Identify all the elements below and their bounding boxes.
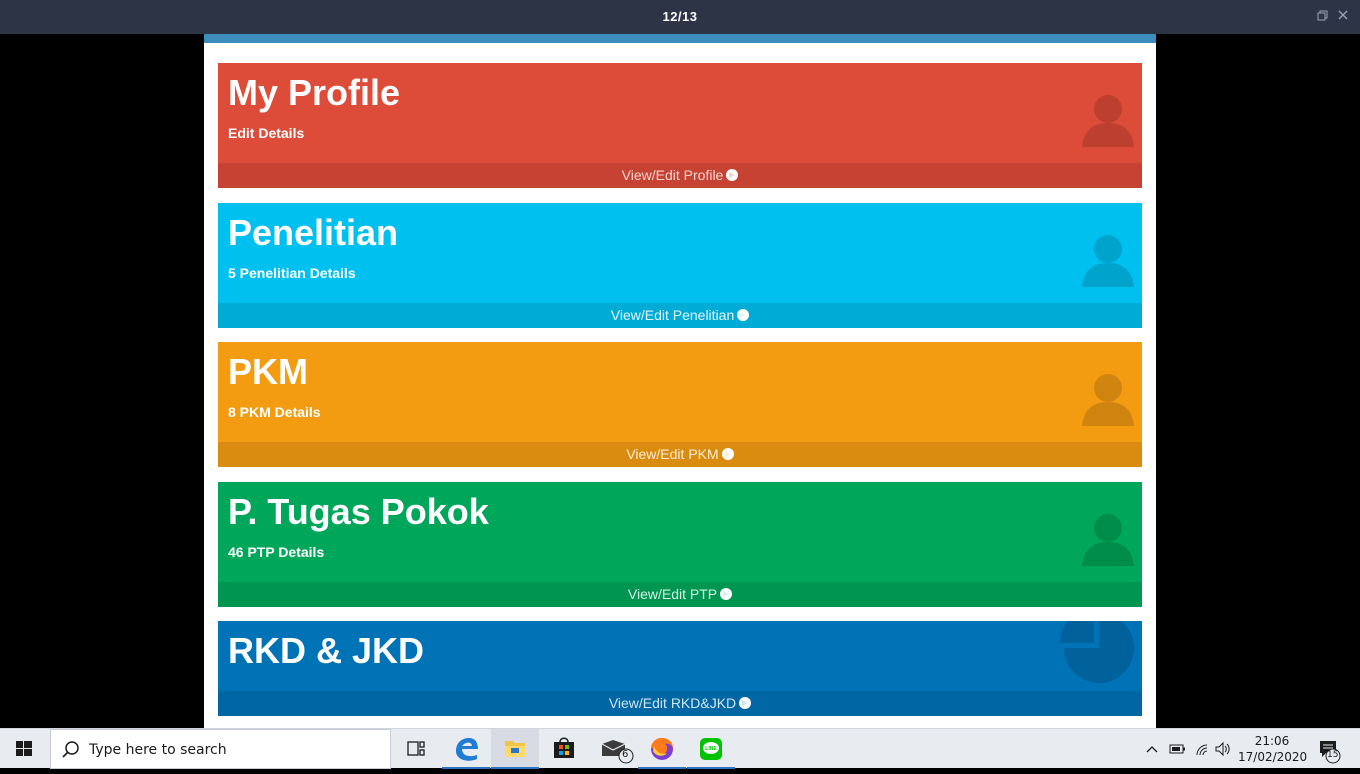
edge-taskbar-button[interactable] bbox=[442, 729, 490, 769]
view-edit-ptp-link[interactable]: View/Edit PTP bbox=[218, 582, 1142, 607]
clock-time: 21:06 bbox=[1254, 734, 1290, 748]
firefox-icon bbox=[651, 738, 673, 760]
battery-icon[interactable] bbox=[1169, 744, 1185, 754]
file-explorer-taskbar-button[interactable] bbox=[491, 729, 539, 769]
box-title: P. Tugas Pokok bbox=[228, 491, 489, 532]
arrow-circle-right-icon bbox=[721, 448, 734, 460]
view-edit-pkm-link[interactable]: View/Edit PKM bbox=[218, 442, 1142, 467]
line-app-icon: LINE bbox=[700, 738, 722, 760]
user-icon bbox=[1082, 235, 1134, 287]
arrow-circle-right-icon bbox=[720, 588, 733, 600]
notification-icon bbox=[1320, 741, 1341, 764]
show-hidden-icons-icon[interactable] bbox=[1146, 746, 1158, 753]
mail-badge: 6 bbox=[622, 749, 629, 760]
store-taskbar-button[interactable] bbox=[540, 729, 588, 769]
wifi-icon[interactable] bbox=[1196, 744, 1208, 756]
box-title: PKM bbox=[228, 351, 308, 392]
user-icon bbox=[1082, 374, 1134, 426]
system-tray bbox=[1146, 741, 1230, 757]
windows-logo-icon bbox=[16, 741, 32, 756]
user-icon bbox=[1082, 514, 1134, 566]
task-view-button[interactable] bbox=[392, 729, 440, 769]
pkm-box: PKM 8 PKM Details View/Edit PKM bbox=[218, 342, 1142, 467]
notification-badge: 15 bbox=[1327, 750, 1339, 760]
pie-chart-icon bbox=[1060, 621, 1134, 683]
search-icon bbox=[62, 741, 79, 758]
box-subtitle: 8 PKM Details bbox=[228, 404, 321, 420]
task-view-icon bbox=[407, 741, 425, 756]
taskbar-search-box[interactable]: Type here to search bbox=[50, 729, 391, 769]
mail-taskbar-button[interactable]: 6 bbox=[589, 729, 637, 769]
image-counter: 12/13 bbox=[662, 9, 698, 24]
action-center-button[interactable]: 15 bbox=[1312, 729, 1352, 769]
arrow-circle-right-icon bbox=[737, 309, 750, 321]
profile-box: My Profile Edit Details View/Edit Profil… bbox=[218, 63, 1142, 188]
restore-icon[interactable] bbox=[1316, 9, 1330, 23]
box-subtitle: 46 PTP Details bbox=[228, 544, 325, 560]
volume-icon[interactable] bbox=[1215, 741, 1230, 757]
arrow-circle-right-icon bbox=[726, 169, 739, 181]
box-title: My Profile bbox=[228, 72, 401, 113]
image-stage: My Profile Edit Details View/Edit Profil… bbox=[0, 34, 1360, 728]
folder-icon bbox=[505, 741, 525, 757]
viewer-header: 12/13 bbox=[0, 0, 1360, 34]
svg-text:LINE: LINE bbox=[705, 746, 717, 752]
dashboard-page: My Profile Edit Details View/Edit Profil… bbox=[204, 34, 1156, 728]
box-title: Penelitian bbox=[228, 212, 399, 253]
penelitian-box: Penelitian 5 Penelitian Details View/Edi… bbox=[218, 203, 1142, 328]
line-taskbar-button[interactable]: LINE bbox=[687, 729, 735, 769]
view-edit-profile-link[interactable]: View/Edit Profile bbox=[218, 163, 1142, 188]
box-subtitle: 5 Penelitian Details bbox=[228, 265, 356, 281]
view-edit-rkd-jkd-link[interactable]: View/Edit RKD&JKD bbox=[218, 691, 1142, 716]
arrow-circle-right-icon bbox=[739, 697, 752, 709]
clock-date: 17/02/2020 bbox=[1238, 750, 1308, 764]
store-bag-icon bbox=[554, 737, 574, 758]
footer-link-label: View/Edit PKM bbox=[626, 446, 719, 462]
taskbar: Type here to search 6 LINE 21:06 17/02/2… bbox=[0, 728, 1360, 769]
view-edit-penelitian-link[interactable]: View/Edit Penelitian bbox=[218, 303, 1142, 328]
footer-link-label: View/Edit RKD&JKD bbox=[608, 695, 737, 711]
search-placeholder: Type here to search bbox=[89, 742, 227, 758]
start-button[interactable] bbox=[0, 729, 48, 769]
mail-icon bbox=[601, 740, 634, 764]
edge-icon bbox=[456, 738, 478, 761]
taskbar-clock[interactable]: 21:06 17/02/2020 bbox=[1238, 733, 1308, 765]
footer-link-label: View/Edit Profile bbox=[621, 167, 724, 183]
ptp-box: P. Tugas Pokok 46 PTP Details View/Edit … bbox=[218, 482, 1142, 607]
rkd-jkd-box: RKD & JKD View/Edit RKD&JKD bbox=[218, 621, 1142, 716]
box-title: RKD & JKD bbox=[228, 630, 425, 671]
footer-link-label: View/Edit PTP bbox=[627, 586, 718, 602]
box-subtitle: Edit Details bbox=[228, 125, 305, 141]
header-strip bbox=[204, 34, 1156, 43]
close-icon[interactable] bbox=[1336, 8, 1350, 22]
footer-link-label: View/Edit Penelitian bbox=[610, 307, 735, 323]
firefox-taskbar-button[interactable] bbox=[638, 729, 686, 769]
user-icon bbox=[1082, 95, 1134, 147]
